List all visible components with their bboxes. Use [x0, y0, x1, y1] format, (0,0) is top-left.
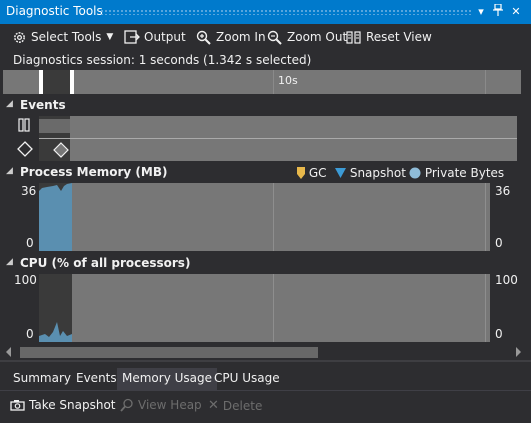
grid-line — [273, 183, 274, 251]
ruler-tick — [273, 70, 274, 94]
zoom-out-icon — [267, 30, 282, 45]
events-header[interactable]: ◢ Events — [0, 98, 531, 114]
reset-view-icon — [346, 30, 361, 44]
tab-summary[interactable]: Summary — [8, 368, 76, 390]
legend-snapshot: Snapshot — [335, 166, 406, 180]
cpu-graph[interactable] — [39, 274, 490, 342]
event-marker-icon[interactable] — [53, 142, 69, 158]
camera-icon — [10, 400, 25, 411]
collapse-icon: ◢ — [6, 257, 13, 267]
cpu-y-max-left: 100 — [14, 273, 37, 287]
ruler-tick — [485, 70, 486, 94]
zoom-in-label: Zoom In — [216, 30, 266, 44]
gear-icon — [14, 31, 25, 43]
events-lane-breaks[interactable] — [39, 116, 517, 138]
events-header-label: Events — [20, 98, 66, 112]
take-snapshot-label: Take Snapshot — [29, 398, 116, 412]
timeline-selection[interactable] — [39, 70, 74, 94]
ruler-tick-label: 10s — [278, 74, 298, 87]
scroll-left-icon[interactable] — [6, 347, 11, 357]
memory-header-label: Process Memory (MB) — [20, 165, 168, 179]
delete-icon: ✕ — [208, 398, 219, 413]
grid-line — [485, 183, 486, 251]
snapshot-marker-icon — [335, 168, 346, 178]
scrollbar-thumb[interactable] — [20, 347, 318, 358]
zoom-out-button[interactable]: Zoom Out — [267, 27, 347, 47]
cpu-header-label: CPU (% of all processors) — [20, 256, 191, 270]
grid-line — [485, 274, 486, 342]
view-heap-label: View Heap — [138, 398, 202, 412]
tab-cpu-usage[interactable]: CPU Usage — [209, 368, 285, 390]
view-heap-button[interactable]: View Heap — [120, 398, 202, 412]
legend-gc: GC — [297, 166, 327, 180]
memory-y-max-right: 36 — [495, 184, 511, 198]
timeline-ruler[interactable]: 10s — [3, 70, 521, 94]
cpu-usage-area — [39, 322, 72, 342]
event-diamond-icon — [17, 141, 33, 157]
private-bytes-marker-icon — [409, 167, 421, 179]
memory-y-min-left: 0 — [26, 236, 34, 250]
title-bar: Diagnostic Tools ▾ ✕ — [0, 0, 531, 24]
legend-gc-label: GC — [308, 166, 327, 180]
zoom-in-button[interactable]: Zoom In — [196, 27, 266, 47]
horizontal-scrollbar[interactable] — [0, 344, 531, 360]
take-snapshot-button[interactable]: Take Snapshot — [10, 398, 116, 412]
break-icon — [18, 118, 31, 132]
reset-view-button[interactable]: Reset View — [346, 27, 432, 47]
window-title: Diagnostic Tools — [6, 4, 103, 18]
grid-line — [273, 274, 274, 342]
tab-strip: Summary Events Memory Usage CPU Usage — [0, 360, 531, 390]
output-button[interactable]: Output — [124, 27, 186, 47]
gc-marker-icon — [297, 167, 305, 179]
select-tools-label: Select Tools — [31, 30, 102, 44]
memory-y-max-left: 36 — [21, 184, 37, 198]
reset-view-label: Reset View — [366, 30, 432, 44]
scroll-right-icon[interactable] — [516, 347, 521, 357]
legend-private-bytes: Private Bytes — [409, 166, 504, 180]
chevron-down-icon: ▼ — [106, 32, 114, 42]
memory-graph[interactable] — [39, 183, 490, 251]
delete-button[interactable]: ✕ Delete — [208, 398, 262, 413]
cpu-y-min-left: 0 — [26, 327, 34, 341]
tab-memory-usage[interactable]: Memory Usage — [117, 368, 218, 390]
memory-y-min-right: 0 — [495, 236, 503, 250]
dropdown-icon[interactable]: ▾ — [474, 4, 488, 20]
cpu-header[interactable]: ◢ CPU (% of all processors) — [0, 256, 300, 272]
break-event-bar[interactable] — [39, 119, 70, 133]
delete-label: Delete — [222, 398, 263, 413]
drag-grip[interactable] — [100, 9, 471, 15]
memory-usage-area — [39, 183, 72, 251]
zoom-out-label: Zoom Out — [287, 30, 348, 44]
legend-private-bytes-label: Private Bytes — [424, 166, 505, 180]
memory-actions-bar: Take Snapshot View Heap ✕ Delete — [0, 390, 531, 423]
tab-events[interactable]: Events — [71, 368, 122, 390]
toolbar: Select Tools ▼ Output Zoom In Zoom Out R… — [0, 24, 531, 50]
collapse-icon: ◢ — [6, 99, 13, 109]
output-icon — [124, 29, 140, 44]
collapse-icon: ◢ — [6, 166, 13, 176]
session-text: Diagnostics session: 1 seconds (1.342 s … — [13, 53, 312, 67]
zoom-in-icon — [196, 30, 211, 45]
legend-snapshot-label: Snapshot — [349, 166, 406, 180]
select-tools-button[interactable]: Select Tools ▼ — [12, 27, 113, 47]
close-icon[interactable]: ✕ — [509, 4, 523, 20]
pin-icon[interactable] — [491, 3, 505, 20]
cpu-y-min-right: 0 — [495, 327, 503, 341]
output-label: Output — [144, 30, 186, 44]
search-icon — [120, 398, 133, 412]
events-lane-intellitrace[interactable] — [39, 139, 517, 161]
cpu-y-max-right: 100 — [495, 273, 518, 287]
session-summary: Diagnostics session: 1 seconds (1.342 s … — [0, 50, 531, 70]
memory-header[interactable]: ◢ Process Memory (MB) — [0, 165, 300, 181]
